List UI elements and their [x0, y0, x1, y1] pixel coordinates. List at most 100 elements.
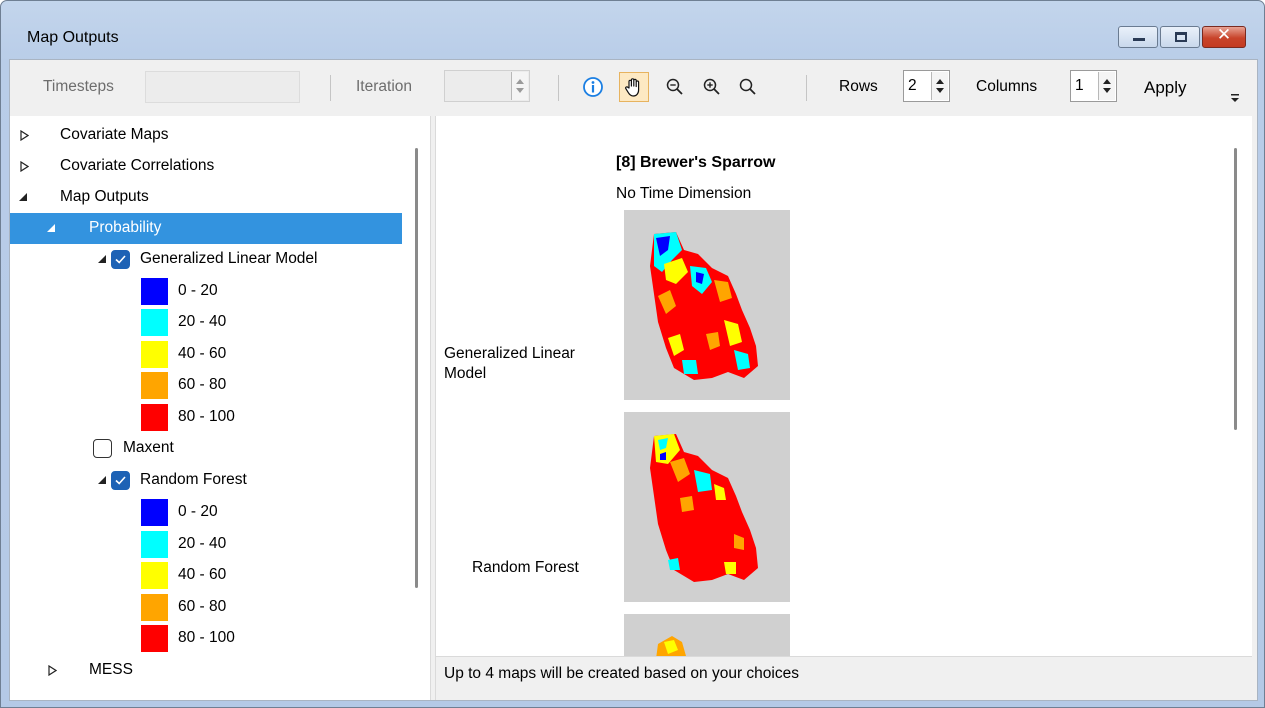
tree-item-label: Random Forest	[140, 471, 247, 488]
toolbar: Timesteps Iteration Rows 2 Columns 1 App…	[10, 60, 1257, 116]
rows-spin-arrows[interactable]	[931, 72, 948, 100]
expand-arrow-icon[interactable]	[20, 130, 29, 141]
timesteps-label: Timesteps	[43, 78, 114, 95]
tree-item-label: Probability	[89, 219, 162, 236]
random-forest-probability-map[interactable]	[624, 412, 790, 602]
legend-item: 60 - 80	[10, 592, 402, 623]
tree-item-generalized-linear-model[interactable]: Generalized Linear Model	[10, 244, 402, 275]
map-title: [8] Brewer's Sparrow	[616, 154, 776, 171]
random-forest-checkbox[interactable]	[111, 471, 130, 490]
legend-swatch	[141, 341, 168, 368]
iteration-spin-arrows[interactable]	[511, 72, 528, 100]
legend-swatch	[141, 372, 168, 399]
map-outputs-window: Map Outputs ✕ Timesteps Iteration Rows 2…	[0, 0, 1265, 708]
layer-tree: Covariate Maps Covariate Correlations Ma…	[10, 116, 430, 700]
columns-stepper[interactable]: 1	[1070, 70, 1117, 102]
legend-label: 80 - 100	[178, 408, 235, 425]
checkmark-icon	[115, 255, 126, 264]
tree-scrollbar[interactable]	[402, 116, 430, 700]
legend-label: 60 - 80	[178, 598, 227, 615]
legend-swatch	[141, 404, 168, 431]
glm-checkbox[interactable]	[111, 250, 130, 269]
zoom-out-icon[interactable]	[660, 72, 690, 102]
iteration-stepper[interactable]	[444, 70, 530, 102]
legend-label: 20 - 40	[178, 313, 227, 330]
spin-down-icon[interactable]	[1103, 88, 1111, 93]
columns-spin-arrows[interactable]	[1098, 72, 1115, 100]
collapse-arrow-icon[interactable]	[98, 476, 106, 484]
legend-item: 0 - 20	[10, 497, 402, 528]
legend-item: 60 - 80	[10, 370, 402, 401]
tree-item-probability[interactable]: Probability	[10, 213, 402, 244]
legend-label: 0 - 20	[178, 503, 218, 520]
zoom-in-icon[interactable]	[697, 72, 727, 102]
toolbar-overflow-icon[interactable]	[1228, 90, 1242, 106]
tree-item-covariate-maps[interactable]: Covariate Maps	[10, 120, 402, 151]
toolbar-separator	[806, 75, 807, 101]
legend-item: 80 - 100	[10, 623, 402, 654]
legend-swatch	[141, 309, 168, 336]
columns-value: 1	[1075, 77, 1084, 94]
collapse-arrow-icon[interactable]	[47, 224, 55, 232]
apply-button[interactable]: Apply	[1144, 78, 1187, 98]
close-icon: ✕	[1216, 25, 1232, 45]
third-map-partial[interactable]	[624, 614, 790, 656]
legend-label: 20 - 40	[178, 535, 227, 552]
legend-label: 60 - 80	[178, 376, 227, 393]
map-scrollbar[interactable]	[1222, 116, 1252, 656]
maximize-icon	[1175, 32, 1187, 42]
client-area: Timesteps Iteration Rows 2 Columns 1 App…	[9, 59, 1258, 701]
status-bar: Up to 4 maps will be created based on yo…	[436, 656, 1252, 690]
legend-swatch	[141, 594, 168, 621]
timesteps-input[interactable]	[145, 71, 300, 103]
legend-label: 40 - 60	[178, 345, 227, 362]
map-view[interactable]: [8] Brewer's Sparrow No Time Dimension G…	[436, 116, 1222, 656]
minimize-icon	[1133, 38, 1145, 41]
tree-item-covariate-correlations[interactable]: Covariate Correlations	[10, 151, 402, 182]
legend-swatch	[141, 278, 168, 305]
tree-item-map-outputs[interactable]: Map Outputs	[10, 182, 402, 213]
maximize-button[interactable]	[1160, 26, 1200, 48]
tree-item-label: Maxent	[123, 439, 174, 456]
iteration-label: Iteration	[356, 78, 413, 95]
minimize-button[interactable]	[1118, 26, 1158, 48]
spin-down-icon[interactable]	[516, 88, 524, 93]
glm-probability-map[interactable]	[624, 210, 790, 400]
collapse-arrow-icon[interactable]	[19, 193, 27, 201]
spin-up-icon[interactable]	[516, 79, 524, 84]
maxent-checkbox[interactable]	[93, 439, 112, 458]
spin-down-icon[interactable]	[936, 88, 944, 93]
close-button[interactable]: ✕	[1202, 25, 1246, 48]
checkmark-icon	[115, 476, 126, 485]
tree-item-random-forest[interactable]: Random Forest	[10, 465, 402, 496]
legend-item: 20 - 40	[10, 529, 402, 560]
pan-hand-icon[interactable]	[619, 72, 649, 102]
map-row-label: Generalized Linear Model	[444, 345, 575, 382]
title-bar[interactable]: Map Outputs ✕	[1, 1, 1264, 59]
tree-item-maxent[interactable]: Maxent	[10, 433, 402, 464]
tree-item-label: MESS	[89, 661, 133, 678]
spin-up-icon[interactable]	[936, 79, 944, 84]
tree-scrollbar-thumb[interactable]	[415, 148, 418, 588]
info-icon[interactable]	[578, 72, 608, 102]
rows-stepper[interactable]: 2	[903, 70, 950, 102]
tree-item-mess[interactable]: MESS	[10, 655, 402, 686]
caption-buttons: ✕	[1118, 25, 1246, 48]
legend-item: 20 - 40	[10, 307, 402, 338]
expand-arrow-icon[interactable]	[48, 665, 57, 676]
map-scrollbar-thumb[interactable]	[1234, 148, 1237, 430]
rows-label: Rows	[839, 78, 878, 95]
rows-value: 2	[908, 77, 917, 94]
legend-item: 80 - 100	[10, 402, 402, 433]
tree-item-label: Map Outputs	[60, 188, 149, 205]
toolbar-separator	[330, 75, 331, 101]
legend-swatch	[141, 562, 168, 589]
tree-item-label: Covariate Correlations	[60, 157, 215, 174]
spin-up-icon[interactable]	[1103, 79, 1111, 84]
collapse-arrow-icon[interactable]	[98, 255, 106, 263]
legend-swatch	[141, 625, 168, 652]
expand-arrow-icon[interactable]	[20, 161, 29, 172]
zoom-full-icon[interactable]	[733, 72, 763, 102]
legend-label: 80 - 100	[178, 629, 235, 646]
legend-item: 40 - 60	[10, 560, 402, 591]
